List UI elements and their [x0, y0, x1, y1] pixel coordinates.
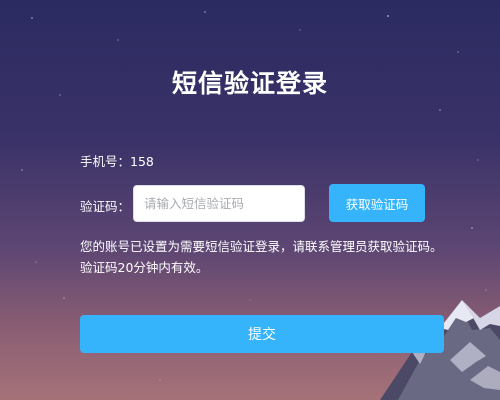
verification-code-label: 验证码： [80, 199, 131, 214]
submit-button[interactable]: 提交 [80, 315, 444, 353]
page-title: 短信验证登录 [171, 69, 328, 98]
verification-notice: 您的账号已设置为需要短信验证登录，请联系管理员获取验证码。验证码20分钟内有效。 [80, 239, 443, 275]
phone-label: 手机号： [80, 154, 131, 169]
verification-code-input[interactable] [133, 185, 305, 222]
phone-row: 手机号：158 [80, 151, 154, 170]
phone-number: 158 [130, 154, 154, 169]
get-verification-code-button[interactable]: 获取验证码 [329, 184, 425, 222]
